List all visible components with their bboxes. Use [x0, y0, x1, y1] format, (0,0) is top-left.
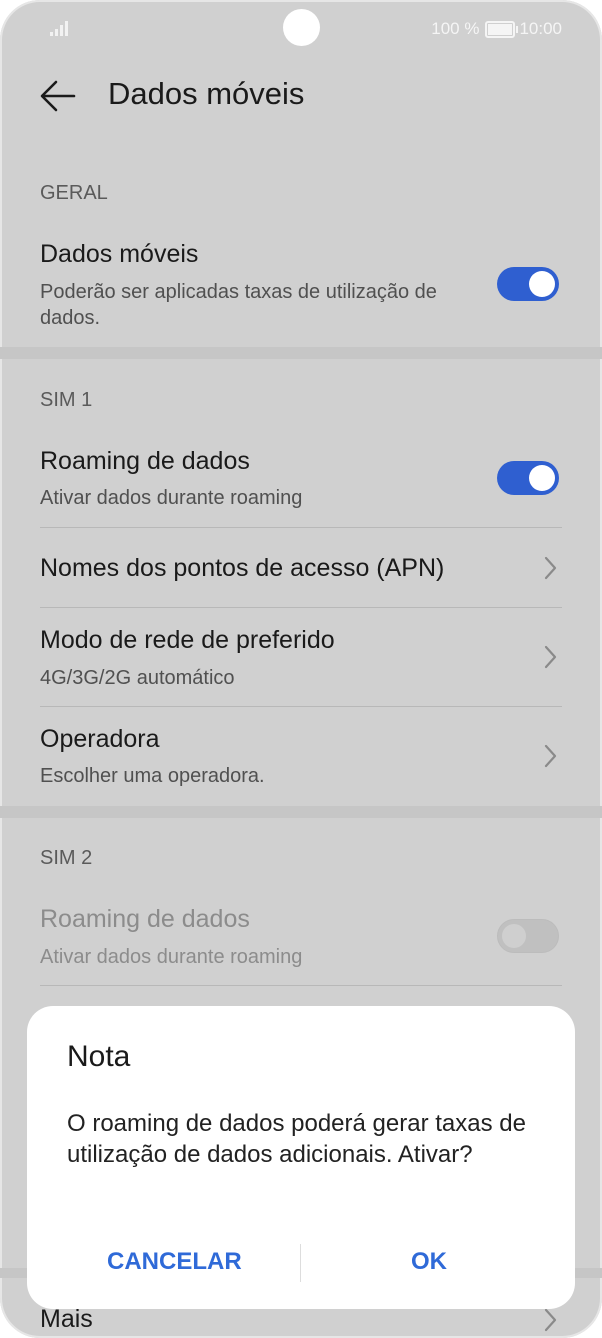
mobile-data-subtitle: Poderão ser aplicadas taxas de utilizaçã…	[40, 281, 437, 329]
roaming-confirm-dialog: Nota O roaming de dados poderá gerar tax…	[27, 1006, 575, 1309]
divider	[40, 607, 562, 608]
page-title: Dados móveis	[108, 76, 305, 111]
sim1-roaming-subtitle: Ativar dados durante roaming	[40, 487, 303, 509]
sim2-roaming-title: Roaming de dados	[40, 905, 250, 933]
network-mode-subtitle: 4G/3G/2G automático	[40, 667, 235, 689]
dialog-message: O roaming de dados poderá gerar taxas de…	[67, 1110, 526, 1168]
sim1-roaming-title: Roaming de dados	[40, 447, 250, 475]
divider	[40, 527, 562, 528]
section-label-sim1: SIM 1	[40, 389, 93, 411]
status-bar: 100 % 10:00	[0, 0, 602, 60]
cancel-button[interactable]: CANCELAR	[107, 1248, 242, 1276]
more-title: Mais	[40, 1305, 93, 1333]
battery-icon	[485, 20, 519, 38]
network-mode-title: Modo de rede de preferido	[40, 626, 335, 654]
section-separator	[0, 806, 602, 818]
battery-percentage: 100 %	[431, 19, 480, 38]
chevron-right-icon	[544, 556, 557, 580]
chevron-right-icon	[544, 645, 557, 669]
sim2-roaming-subtitle: Ativar dados durante roaming	[40, 946, 303, 968]
dialog-button-divider	[300, 1244, 301, 1282]
divider	[40, 706, 562, 707]
status-right: 100 % 10:00	[431, 19, 562, 39]
front-camera	[283, 9, 320, 46]
back-arrow-icon[interactable]	[38, 76, 78, 116]
signal-icon	[50, 20, 72, 36]
chevron-right-icon	[544, 744, 557, 768]
ok-button[interactable]: OK	[411, 1248, 447, 1276]
dialog-title: Nota	[67, 1040, 131, 1073]
mobile-data-title: Dados móveis	[40, 240, 199, 268]
chevron-right-icon	[544, 1308, 557, 1332]
apn-title: Nomes dos pontos de acesso (APN)	[40, 554, 445, 582]
mobile-data-toggle[interactable]	[497, 267, 559, 301]
section-separator	[0, 347, 602, 359]
clock: 10:00	[519, 19, 562, 38]
section-label-geral: GERAL	[40, 182, 108, 204]
phone-screen: 100 % 10:00 Dados móveis GERAL Dados móv…	[0, 0, 602, 1338]
operator-title: Operadora	[40, 725, 160, 753]
divider	[40, 985, 562, 986]
sim1-roaming-toggle[interactable]	[497, 461, 559, 495]
sim2-roaming-toggle[interactable]	[497, 919, 559, 953]
section-label-sim2: SIM 2	[40, 847, 93, 869]
operator-subtitle: Escolher uma operadora.	[40, 765, 265, 787]
